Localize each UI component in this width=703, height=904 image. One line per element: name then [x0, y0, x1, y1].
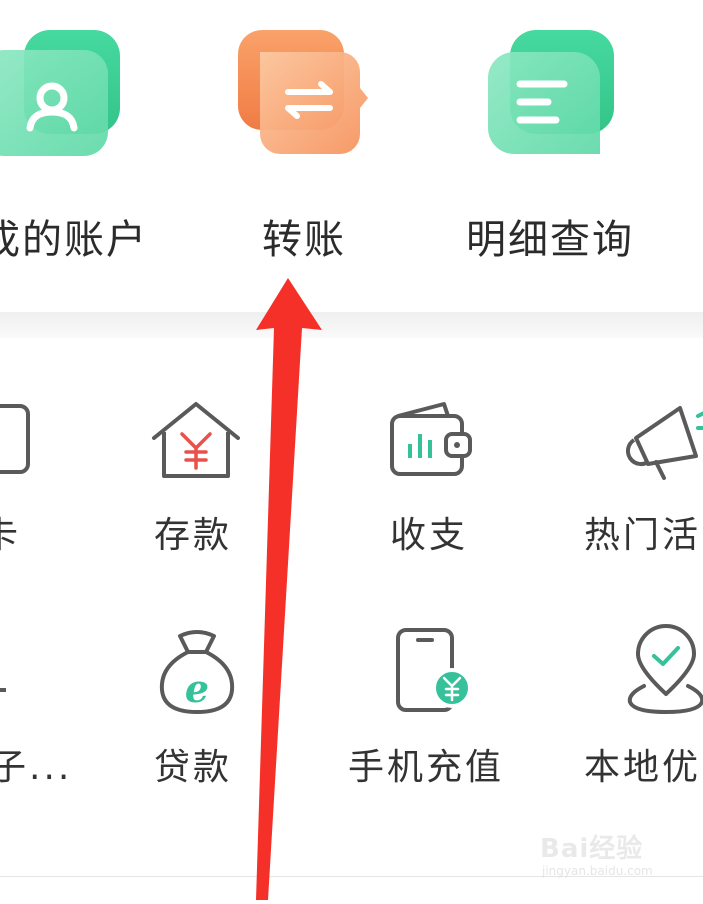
services-grid	[0, 338, 703, 900]
hot-activity-button[interactable]	[626, 398, 703, 484]
location-pin-icon	[627, 624, 703, 715]
card-label: 卡	[0, 515, 22, 556]
transfer-icon	[238, 30, 368, 154]
income-expense-label: 收支	[390, 515, 469, 556]
svg-text:e: e	[185, 666, 209, 711]
wallet-chart-icon	[390, 402, 472, 476]
partial-service-icon-left[interactable]	[0, 630, 20, 716]
list-detail-icon	[488, 30, 614, 154]
phone-recharge-button[interactable]	[392, 626, 478, 714]
loan-bag-icon: e	[159, 630, 235, 714]
local-offers-button[interactable]	[626, 624, 703, 716]
transfer-button[interactable]	[236, 28, 376, 160]
quick-actions-bar: 戎的账户 转账 明细查询	[0, 0, 703, 312]
detail-query-button[interactable]	[486, 28, 618, 160]
user-icon	[0, 30, 120, 156]
partial-service-label: 子...	[0, 747, 73, 788]
deposit-label: 存款	[154, 515, 233, 556]
section-divider	[0, 312, 703, 338]
watermark-url: jingyan.baidu.com	[542, 864, 653, 878]
partial-icon	[0, 688, 6, 692]
deposit-house-icon	[152, 402, 240, 478]
transfer-label: 转账	[262, 217, 346, 263]
income-expense-button[interactable]	[386, 398, 478, 482]
card-icon	[0, 404, 30, 474]
hot-activity-label: 热门活	[584, 515, 702, 556]
loan-button[interactable]: e	[154, 626, 240, 718]
my-account-label: 戎的账户	[0, 217, 148, 263]
watermark: Bai经验 jingyan.baidu.com	[540, 826, 690, 886]
detail-query-label: 明细查询	[466, 217, 634, 263]
loan-label: 贷款	[154, 747, 233, 788]
phone-recharge-label: 手机充值	[348, 747, 505, 788]
deposit-button[interactable]	[148, 398, 244, 484]
phone-recharge-icon	[396, 628, 472, 712]
annotation-arrow	[250, 276, 330, 900]
my-account-button[interactable]	[0, 28, 130, 160]
megaphone-icon	[626, 406, 703, 480]
red-arrow-icon	[256, 278, 322, 900]
local-offers-label: 本地优	[584, 747, 702, 788]
watermark-text: Bai经验	[540, 834, 644, 864]
card-service-button[interactable]	[0, 398, 36, 482]
